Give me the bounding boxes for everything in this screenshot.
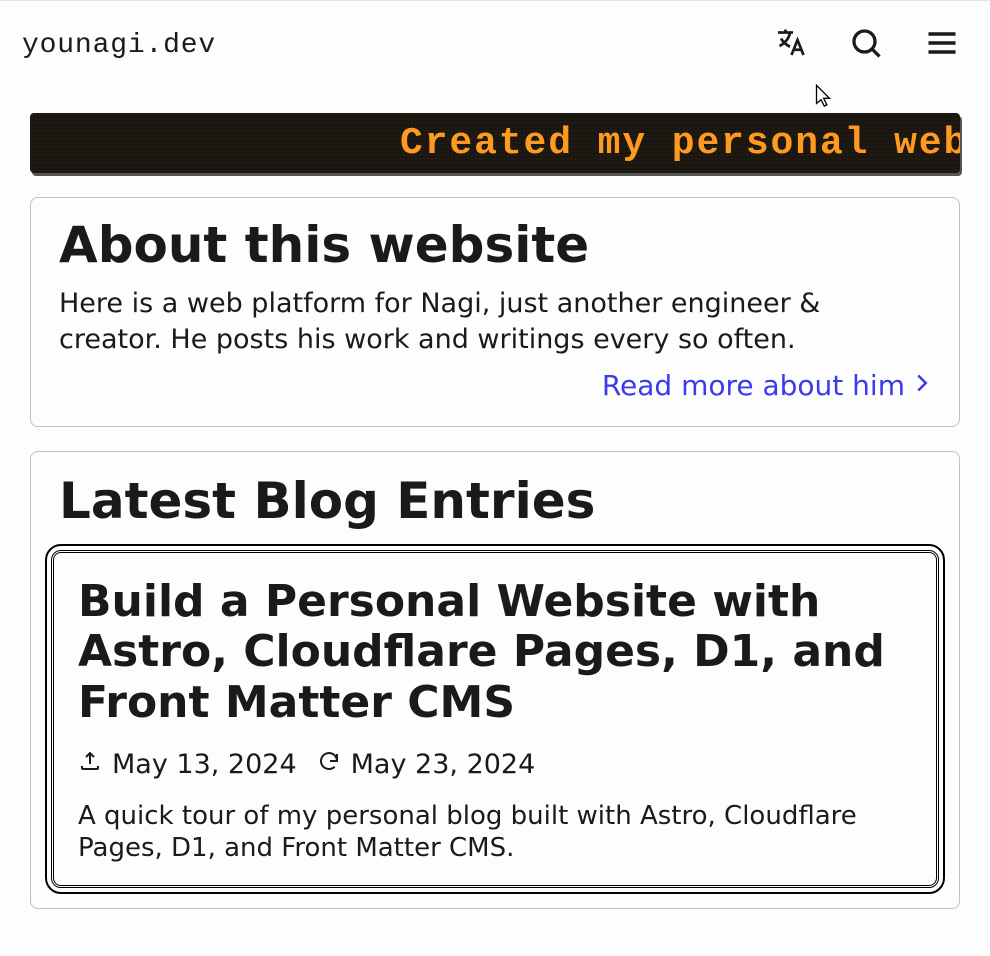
menu-icon[interactable]	[924, 25, 960, 65]
chevron-right-icon	[913, 371, 931, 399]
about-body: Here is a web platform for Nagi, just an…	[59, 286, 931, 359]
blog-entry[interactable]: Build a Personal Website with Astro, Clo…	[51, 550, 939, 888]
marquee-banner: Created my personal websi	[30, 113, 960, 173]
updated-date-text: May 23, 2024	[351, 749, 536, 780]
site-header: younagi.dev	[0, 1, 990, 89]
about-heading: About this website	[59, 216, 931, 274]
blog-entry-excerpt: A quick tour of my personal blog built w…	[78, 800, 912, 865]
read-more-row: Read more about him	[59, 369, 931, 402]
read-more-link[interactable]: Read more about him	[602, 369, 931, 402]
about-card: About this website Here is a web platfor…	[30, 197, 960, 427]
search-icon[interactable]	[848, 25, 884, 65]
updated-date: May 23, 2024	[317, 749, 536, 780]
blog-entry-dates: May 13, 2024 May 23, 2024	[78, 749, 912, 780]
read-more-label: Read more about him	[602, 369, 905, 402]
upload-icon	[78, 749, 102, 780]
nav-icons	[772, 25, 960, 65]
blog-section: Latest Blog Entries Build a Personal Web…	[30, 451, 960, 909]
published-date-text: May 13, 2024	[112, 749, 297, 780]
marquee-text: Created my personal websi	[400, 122, 960, 165]
language-icon[interactable]	[772, 25, 808, 65]
published-date: May 13, 2024	[78, 749, 297, 780]
blog-section-heading: Latest Blog Entries	[51, 472, 939, 550]
refresh-icon	[317, 749, 341, 780]
blog-entry-title: Build a Personal Website with Astro, Clo…	[78, 577, 912, 729]
site-logo[interactable]: younagi.dev	[22, 30, 216, 61]
